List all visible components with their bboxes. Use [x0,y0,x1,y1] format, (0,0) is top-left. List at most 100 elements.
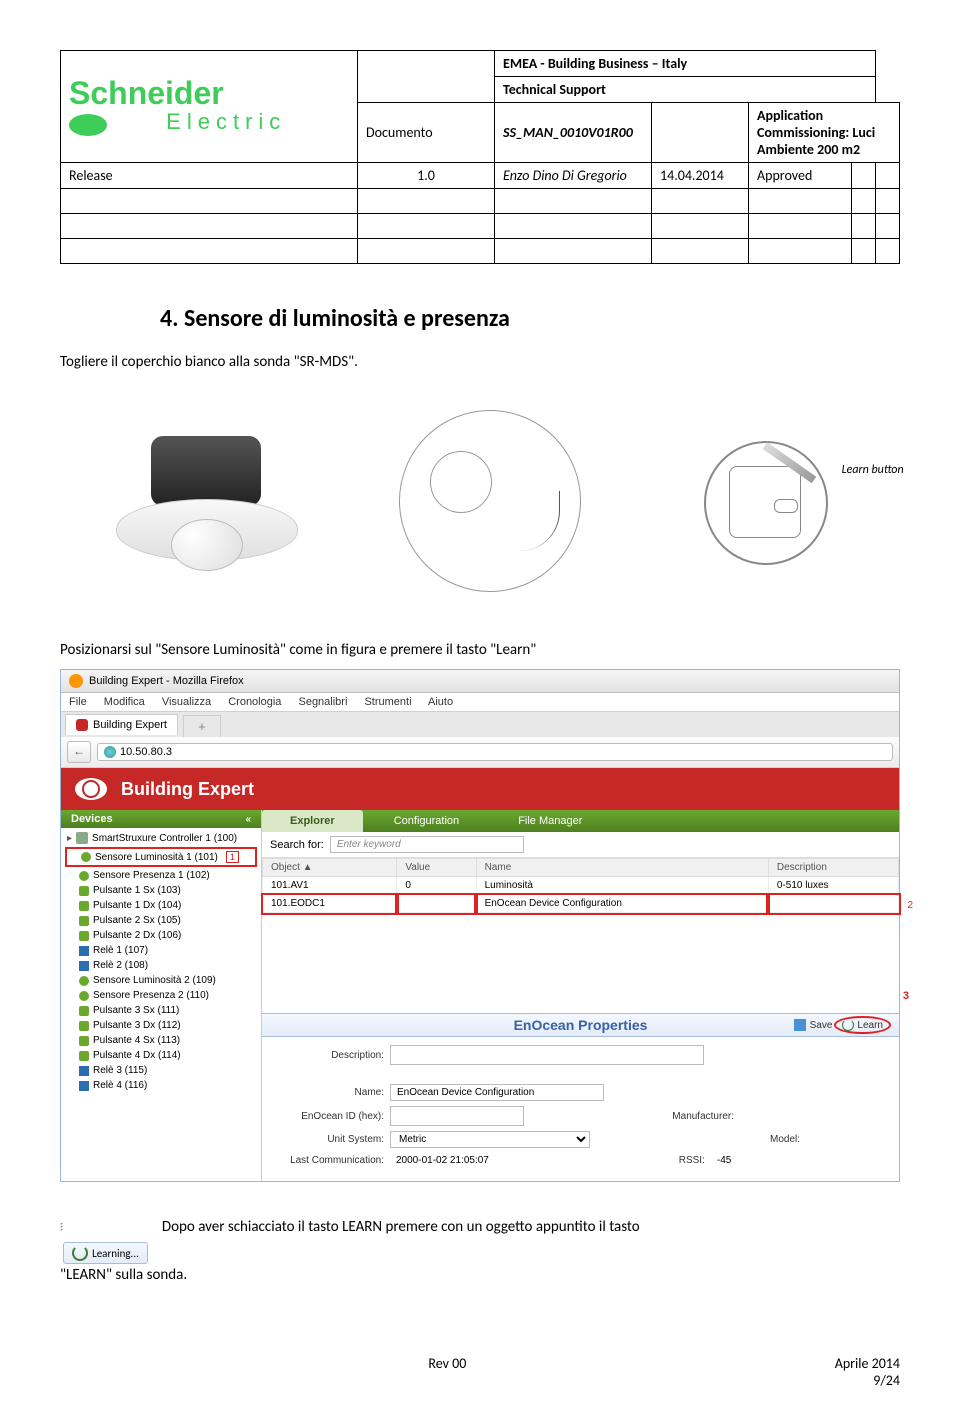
explorer-panel: Explorer Configuration File Manager Sear… [262,810,899,1181]
learn-button-label: Learn [857,1020,883,1031]
cover-rotation-diagram [399,410,581,592]
menu-history[interactable]: Cronologia [228,696,281,708]
menu-view[interactable]: Visualizza [162,696,211,708]
menu-tools[interactable]: Strumenti [364,696,411,708]
device-sensore-presenza-2[interactable]: Sensore Presenza 2 (110) [65,988,257,1003]
col-object[interactable]: Object ▲ [263,859,397,877]
col-value[interactable]: Value [397,859,476,877]
cloud-icon [81,852,91,862]
app-header-bar: Building Expert [61,768,899,810]
prop-description-label: Description: [274,1050,390,1061]
prop-manufacturer-value [740,1114,752,1118]
logo-leaf-icon [69,114,107,136]
device-pulsante-3dx[interactable]: Pulsante 3 Dx (112) [65,1018,257,1033]
release-status: Approved [749,163,852,189]
col-description[interactable]: Description [768,859,898,877]
prop-rssi-label: RSSI: [615,1155,711,1166]
firefox-titlebar: Building Expert - Mozilla Firefox [61,670,899,693]
sensor-photo [106,421,306,581]
learn-button-diagram: Learn button [674,421,854,581]
device-rele-1[interactable]: Relè 1 (107) [65,943,257,958]
table-row-eodc1[interactable]: 101.EODC1 EnOcean Device Configuration [263,895,899,913]
marker-3: 3 [903,990,909,1002]
device-pulsante-1sx[interactable]: Pulsante 1 Sx (103) [65,883,257,898]
enocean-properties: Description: Name: EnOcean Device Config… [262,1037,899,1181]
device-rele-4[interactable]: Relè 4 (116) [65,1078,257,1093]
schneider-logo: Schneider Electric [69,77,349,137]
prop-model-label: Model: [710,1134,806,1145]
relay-icon [79,1066,89,1076]
col-name[interactable]: Name [476,859,768,877]
address-bar-row: ← 10.50.80.3 [61,737,899,768]
prop-model-value [806,1138,818,1142]
doc-code: SS_MAN_0010V01R00 [495,103,652,163]
tab-favicon [76,719,88,731]
after-learn-text: Dopo aver schiacciato il tasto LEARN pre… [162,1218,640,1236]
prop-lastcomm-value: 2000-01-02 21:05:07 [390,1153,495,1168]
prop-description-input[interactable] [390,1045,704,1065]
relay-icon [79,1081,89,1091]
table-row-av1[interactable]: 101.AV1 0 Luminosità 0-510 luxes [263,877,899,895]
menu-edit[interactable]: Modifica [104,696,145,708]
save-button[interactable]: Save [810,1020,833,1031]
device-pulsante-2sx[interactable]: Pulsante 2 Sx (105) [65,913,257,928]
tab-explorer[interactable]: Explorer [262,810,363,832]
logo-main: Schneider [69,75,224,111]
relay-icon [79,961,89,971]
tab-label: Building Expert [93,719,167,731]
collapse-icon[interactable]: « [245,814,251,825]
address-text: 10.50.80.3 [120,746,172,758]
firefox-menubar[interactable]: File Modifica Visualizza Cronologia Segn… [61,693,899,712]
release-label: Release [61,163,358,189]
tab-configuration[interactable]: Configuration [366,810,487,832]
refresh-icon [842,1019,854,1031]
prop-enoceanid-label: EnOcean ID (hex): [274,1111,390,1122]
node-icon [79,901,89,911]
device-pulsante-4sx[interactable]: Pulsante 4 Sx (113) [65,1033,257,1048]
search-input[interactable]: Enter keyword [330,836,524,853]
cloud-icon [79,871,89,881]
prop-enoceanid-input[interactable] [390,1106,524,1126]
spinner-icon [72,1245,88,1261]
node-icon [79,1051,89,1061]
node-icon [79,1021,89,1031]
device-sensore-luminosita-2[interactable]: Sensore Luminosità 2 (109) [65,973,257,988]
device-pulsante-1dx[interactable]: Pulsante 1 Dx (104) [65,898,257,913]
device-root[interactable]: ▸ SmartStruxure Controller 1 (100) [65,830,257,846]
device-rele-2[interactable]: Relè 2 (108) [65,958,257,973]
menu-bookmarks[interactable]: Segnalibri [298,696,347,708]
menu-help[interactable]: Aiuto [428,696,453,708]
app-title: Building Expert [121,779,254,800]
learn-button-circled[interactable]: Learn [834,1016,891,1034]
node-icon [79,1036,89,1046]
back-button[interactable]: ← [67,741,91,763]
release-version: 1.0 [358,163,495,189]
section-heading: 4. Sensore di luminosità e presenza [160,304,900,333]
devices-header-label: Devices [71,813,113,825]
device-sensore-presenza-1[interactable]: Sensore Presenza 1 (102) [65,868,257,883]
device-sensore-luminosita-1[interactable]: Sensore Luminosità 1 (101) 1 [65,847,257,867]
learning-button[interactable]: Learning... [63,1242,148,1264]
cloud-icon [79,991,89,1001]
footer-date: Aprile 2014 [835,1355,900,1372]
enocean-properties-header: EnOcean Properties 3 Save Learn [262,1013,899,1037]
device-rele-3[interactable]: Relè 3 (115) [65,1063,257,1078]
tab-file-manager[interactable]: File Manager [490,810,610,832]
after-learn-text-2: "LEARN" sulla sonda. [60,1266,900,1284]
device-tree[interactable]: ▸ SmartStruxure Controller 1 (100) Senso… [61,828,261,1095]
menu-file[interactable]: File [69,696,87,708]
prop-unitsystem-select[interactable]: Metric [390,1131,590,1148]
device-pulsante-4dx[interactable]: Pulsante 4 Dx (114) [65,1048,257,1063]
logo-cell: Schneider Electric [61,51,358,163]
firefox-icon [69,674,83,688]
new-tab-button[interactable]: + [183,715,221,737]
browser-tab[interactable]: Building Expert [65,714,178,735]
devices-panel: Devices « ▸ SmartStruxure Controller 1 (… [61,810,262,1181]
device-pulsante-2dx[interactable]: Pulsante 2 Dx (106) [65,928,257,943]
app-screenshot: Building Expert - Mozilla Firefox File M… [60,669,900,1182]
header-table: Schneider Electric EMEA - Building Busin… [60,50,900,264]
device-pulsante-3sx[interactable]: Pulsante 3 Sx (111) [65,1003,257,1018]
intro-text: Togliere il coperchio bianco alla sonda … [60,353,900,371]
prop-name-input[interactable]: EnOcean Device Configuration [390,1084,604,1101]
address-bar[interactable]: 10.50.80.3 [97,743,893,761]
